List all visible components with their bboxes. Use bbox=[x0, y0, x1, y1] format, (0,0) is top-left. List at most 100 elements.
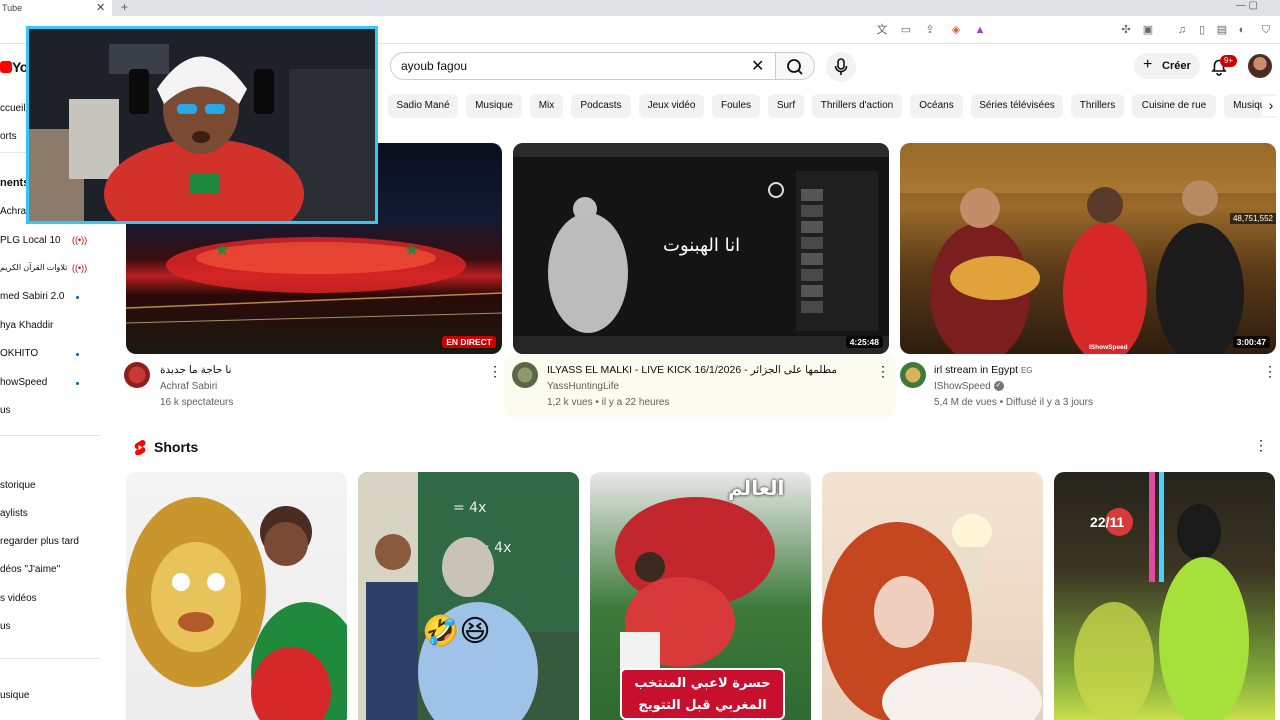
sidebar-subscriptions-heading[interactable]: nents bbox=[0, 177, 29, 189]
sidebar-item-your-videos[interactable]: s vidéos bbox=[0, 593, 37, 604]
channel-avatar[interactable] bbox=[512, 362, 538, 388]
sidebar-sub-item[interactable]: hya Khaddir bbox=[0, 320, 53, 331]
video-title[interactable]: ILYASS EL MALKI - LIVE KICK 16/1/2026 - … bbox=[547, 364, 837, 376]
chip-sadio-mane[interactable]: Sadio Mané bbox=[388, 94, 458, 118]
chip-mix[interactable]: Mix bbox=[530, 94, 563, 118]
sidebar-item-more[interactable]: us bbox=[0, 621, 11, 632]
browser-tab[interactable]: Tube ✕ bbox=[0, 0, 112, 16]
live-badge: EN DIRECT bbox=[442, 336, 496, 348]
sidebar-sub-item[interactable]: PLG Local 10 bbox=[0, 235, 61, 246]
video-title[interactable]: irl stream in Egypt EG bbox=[934, 364, 1033, 376]
new-content-dot bbox=[76, 353, 79, 356]
sidebar-item-playlists[interactable]: aylists bbox=[0, 508, 28, 519]
cast-icon[interactable]: ▭ bbox=[900, 24, 912, 36]
sidebar-item-history[interactable]: storique bbox=[0, 480, 36, 491]
chip-thrillers-action[interactable]: Thrillers d'action bbox=[812, 94, 902, 118]
sidebar-sub-item[interactable]: OKHITO bbox=[0, 348, 38, 359]
short-card[interactable]: 22/11 bbox=[1054, 472, 1275, 720]
media-icon[interactable]: ♫ bbox=[1176, 24, 1188, 36]
sidebar-sub-item[interactable]: howSpeed bbox=[0, 377, 47, 388]
youtube-play-icon bbox=[0, 61, 12, 73]
short-caption-line: حسرة لاعبي المنتخب bbox=[634, 676, 771, 691]
window-controls[interactable]: — ▢ bbox=[1236, 0, 1258, 11]
wallet-icon[interactable]: ▤ bbox=[1216, 24, 1228, 36]
channel-logo-overlay: العالم bbox=[728, 476, 785, 500]
short-caption-box: حسرة لاعبي المنتخب المغربي قبل التتويج bbox=[620, 668, 785, 720]
sidebar-item-liked-videos[interactable]: déos "J'aime" bbox=[0, 564, 60, 575]
video-thumbnail[interactable]: 48,751,552 IShowSpeed 3:00:47 bbox=[900, 143, 1276, 354]
short-card[interactable]: العالم حسرة لاعبي المنتخب المغربي قبل ال… bbox=[590, 472, 811, 720]
sidebar-toggle-icon[interactable]: ▯ bbox=[1196, 24, 1208, 36]
search-input[interactable]: ayoub fagou ✕ bbox=[390, 52, 776, 80]
channel-name[interactable]: Achraf Sabiri bbox=[160, 381, 217, 392]
sidebar-item-home[interactable]: ccueil bbox=[0, 103, 26, 114]
sidebar-sub-item[interactable]: تلاوات القرآن الكريم bbox=[0, 263, 67, 272]
share-icon[interactable]: ⇪ bbox=[924, 24, 936, 36]
vpn-icon[interactable]: ◐ bbox=[1236, 24, 1248, 36]
short-card[interactable] bbox=[126, 472, 347, 720]
channel-avatar[interactable] bbox=[124, 362, 150, 388]
more-options-icon[interactable]: ⋮ bbox=[876, 362, 890, 380]
sidebar-divider bbox=[0, 435, 100, 436]
mascot-illustration bbox=[126, 497, 347, 720]
short-card[interactable]: = 4x = 4x 🤣😆 bbox=[358, 472, 579, 720]
screenshot-icon[interactable]: ▣ bbox=[1142, 24, 1154, 36]
viewer-count-overlay: 48,751,552 bbox=[1229, 213, 1276, 224]
video-thumbnail[interactable]: انا الهبنوت 4:25:48 bbox=[513, 143, 889, 354]
create-button[interactable]: + Créer bbox=[1134, 53, 1200, 79]
new-content-dot bbox=[76, 296, 79, 299]
webcam-overlay bbox=[26, 26, 378, 224]
brave-shield-icon[interactable]: ◈ bbox=[950, 24, 962, 36]
country-code: EG bbox=[1020, 366, 1033, 375]
woman-on-phone-illustration bbox=[822, 514, 1042, 720]
microphone-icon bbox=[834, 58, 848, 75]
video-title[interactable]: نا حاجة ما جديدة bbox=[160, 364, 231, 376]
tab-close-icon[interactable]: ✕ bbox=[96, 1, 105, 14]
verified-icon: ✓ bbox=[993, 381, 1004, 392]
chevron-right-icon[interactable]: › bbox=[1262, 96, 1280, 116]
shorts-section-title: Shorts bbox=[154, 439, 199, 455]
more-options-icon[interactable]: ⋮ bbox=[488, 362, 502, 380]
sidebar-item-watch-later[interactable]: regarder plus tard bbox=[0, 536, 79, 547]
channel-avatar[interactable] bbox=[900, 362, 926, 388]
more-options-icon[interactable]: ⋮ bbox=[1254, 437, 1268, 457]
chip-foules[interactable]: Foules bbox=[712, 94, 760, 118]
sidebar-sub-item[interactable]: med Sabiri 2.0 bbox=[0, 291, 64, 302]
more-options-icon[interactable]: ⋮ bbox=[1263, 362, 1277, 380]
chip-thrillers[interactable]: Thrillers bbox=[1071, 94, 1124, 118]
chip-jeux-video[interactable]: Jeux vidéo bbox=[639, 94, 704, 118]
chip-cuisine-de-rue[interactable]: Cuisine de rue bbox=[1132, 94, 1216, 118]
clear-search-icon[interactable]: ✕ bbox=[751, 56, 764, 76]
chip-series-televisees[interactable]: Séries télévisées bbox=[971, 94, 1063, 118]
sidebar-sub-item[interactable]: us bbox=[0, 405, 11, 416]
streamer-facecam bbox=[29, 29, 375, 221]
classroom-illustration: = 4x = 4x bbox=[358, 472, 579, 720]
sidebar-item-music[interactable]: usique bbox=[0, 690, 29, 701]
chip-podcasts[interactable]: Podcasts bbox=[571, 94, 631, 118]
extensions-icon[interactable]: ✣ bbox=[1120, 24, 1132, 36]
translate-icon[interactable]: 文 bbox=[876, 24, 888, 36]
new-tab-icon[interactable]: + bbox=[121, 0, 128, 14]
search-query[interactable]: ayoub fagou bbox=[401, 59, 467, 73]
search-icon bbox=[787, 59, 803, 75]
search-button[interactable] bbox=[775, 52, 815, 80]
voice-search-button[interactable] bbox=[826, 52, 856, 82]
duration-badge: 4:25:48 bbox=[845, 336, 883, 348]
people-illustration bbox=[900, 143, 1276, 354]
rewards-icon[interactable]: ▲ bbox=[974, 24, 986, 36]
chip-musique[interactable]: Musique bbox=[466, 94, 522, 118]
create-label: Créer bbox=[1162, 60, 1191, 72]
chip-surf[interactable]: Surf bbox=[768, 94, 804, 118]
channel-name-row[interactable]: IShowSpeed ✓ bbox=[934, 381, 1004, 392]
account-avatar[interactable] bbox=[1248, 54, 1272, 78]
chip-oceans[interactable]: Océans bbox=[910, 94, 963, 118]
dancer-illustration bbox=[1074, 472, 1249, 720]
shorts-icon bbox=[134, 439, 146, 455]
filter-chips-bar: Sadio Mané Musique Mix Podcasts Jeux vid… bbox=[388, 94, 1280, 118]
short-card[interactable] bbox=[822, 472, 1043, 720]
sidebar-item-shorts[interactable]: orts bbox=[0, 131, 17, 142]
browser-tab-bar: Tube ✕ + — ▢ bbox=[0, 0, 1280, 16]
shield-icon[interactable]: ⛉ bbox=[1260, 24, 1272, 36]
channel-name[interactable]: YassHuntingLife bbox=[547, 381, 619, 392]
svg-text:= 4x: = 4x bbox=[453, 500, 486, 516]
